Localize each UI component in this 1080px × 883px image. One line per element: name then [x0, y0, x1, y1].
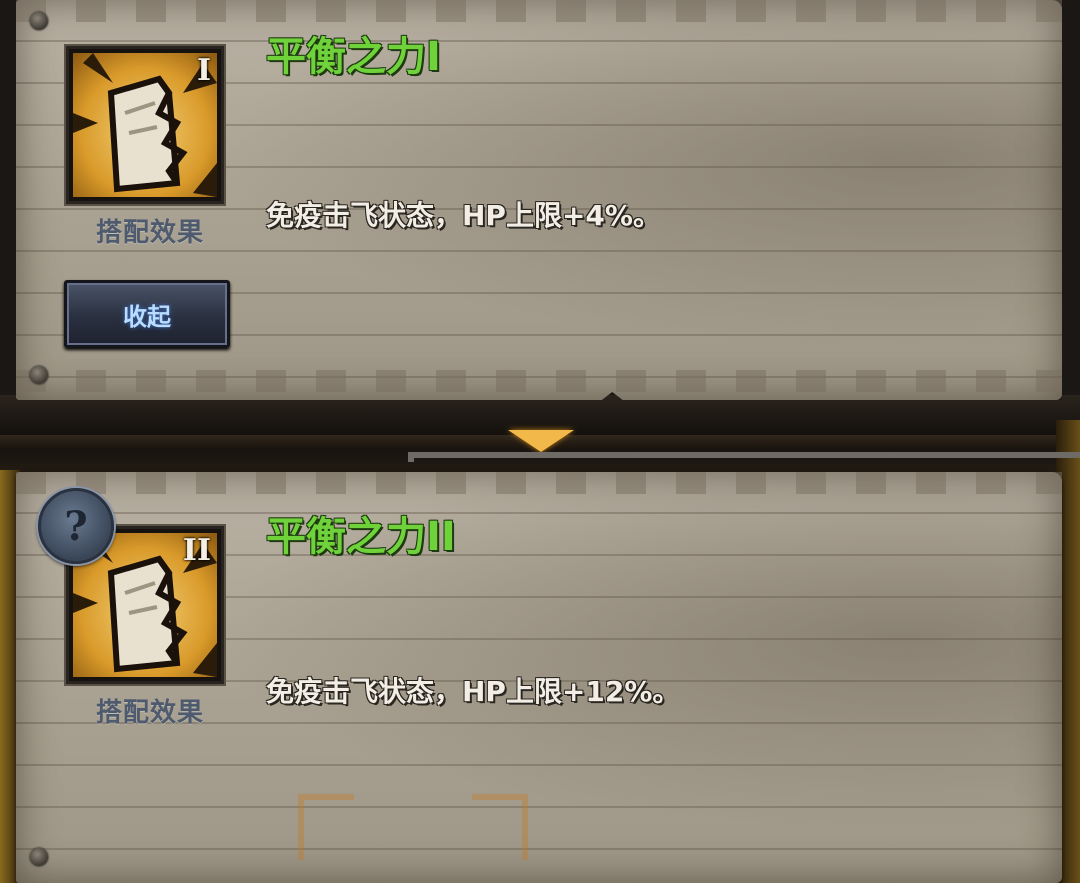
fist-icon	[73, 53, 217, 197]
faint-frame-decoration	[472, 794, 528, 860]
bolt-icon	[30, 12, 48, 30]
tier2-caption: 搭配效果	[95, 698, 204, 728]
panel-zigzag-top	[16, 472, 1062, 494]
divider-bracket	[408, 452, 1080, 462]
bolt-icon	[30, 366, 48, 384]
help-icon[interactable]: ?	[38, 488, 114, 564]
panel-zigzag-top	[16, 0, 1062, 22]
collapse-button-label: 收起	[123, 302, 171, 331]
tier1-caption: 搭配效果	[95, 218, 204, 248]
help-symbol: ?	[64, 502, 88, 550]
tier-numeral: I	[196, 53, 211, 88]
collapse-button[interactable]: 收起	[64, 280, 230, 348]
tier2-description: 免疫击飞状态，HP上限+12%。	[266, 675, 681, 708]
down-arrow-icon	[508, 430, 574, 452]
panel-zigzag-bottom	[16, 370, 1062, 392]
tier1-title: 平衡之力I	[266, 34, 441, 80]
faint-frame-decoration	[298, 794, 354, 860]
tier-numeral: II	[182, 533, 211, 568]
tier1-description: 免疫击飞状态，HP上限+4%。	[266, 199, 661, 232]
tier1-skill-icon: I	[66, 46, 224, 204]
tier2-title: 平衡之力II	[266, 514, 456, 560]
bolt-icon	[30, 848, 48, 866]
